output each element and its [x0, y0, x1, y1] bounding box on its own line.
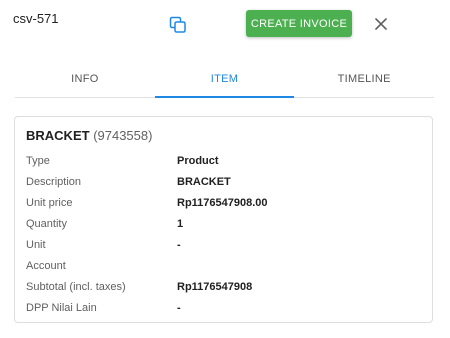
detail-label: Subtotal (incl. taxes) — [26, 280, 126, 293]
detail-label: Unit price — [26, 196, 73, 209]
item-code: (9743558) — [93, 128, 153, 143]
detail-row-type: Type Product — [26, 150, 426, 171]
tab-timeline[interactable]: TIMELINE — [294, 62, 434, 97]
detail-row-unit-price: Unit price Rp1176547908.00 — [26, 192, 426, 213]
tab-item[interactable]: ITEM — [154, 62, 295, 98]
close-button[interactable] — [373, 16, 389, 32]
close-icon — [375, 18, 387, 30]
detail-row-subtotal: Subtotal (incl. taxes) Rp1176547908 — [26, 276, 426, 297]
detail-label: Quantity — [26, 217, 67, 230]
detail-label: Description — [26, 175, 82, 188]
detail-row-quantity: Quantity 1 — [26, 213, 426, 234]
detail-row-unit: Unit - — [26, 234, 426, 255]
detail-value: Product — [177, 154, 219, 167]
detail-label: Account — [26, 259, 66, 272]
detail-row-account: Account — [26, 255, 426, 276]
detail-label: DPP Nilai Lain — [26, 301, 97, 314]
detail-value: - — [177, 301, 181, 314]
detail-value: - — [177, 238, 181, 251]
detail-row-description: Description BRACKET — [26, 171, 426, 192]
detail-row-dpp-nilai-lain: DPP Nilai Lain - — [26, 297, 426, 318]
detail-value: Rp1176547908.00 — [177, 196, 268, 209]
detail-value: BRACKET — [177, 175, 231, 188]
detail-value: Rp1176547908 — [177, 280, 253, 293]
item-title: BRACKET (9743558) — [26, 128, 152, 143]
create-invoice-button[interactable]: CREATE INVOICE — [246, 10, 352, 37]
detail-value: 1 — [177, 217, 184, 230]
tab-bar: INFO ITEM TIMELINE — [15, 62, 434, 98]
document-id: csv-571 — [13, 11, 59, 26]
item-details: Type Product Description BRACKET Unit pr… — [26, 150, 426, 318]
item-card: BRACKET (9743558) Type Product Descripti… — [14, 116, 433, 323]
item-name: BRACKET — [26, 128, 90, 143]
copy-button[interactable] — [168, 15, 188, 35]
detail-label: Unit — [26, 238, 46, 251]
detail-label: Type — [26, 154, 50, 167]
copy-icon — [169, 16, 186, 33]
tab-info[interactable]: INFO — [15, 62, 155, 97]
